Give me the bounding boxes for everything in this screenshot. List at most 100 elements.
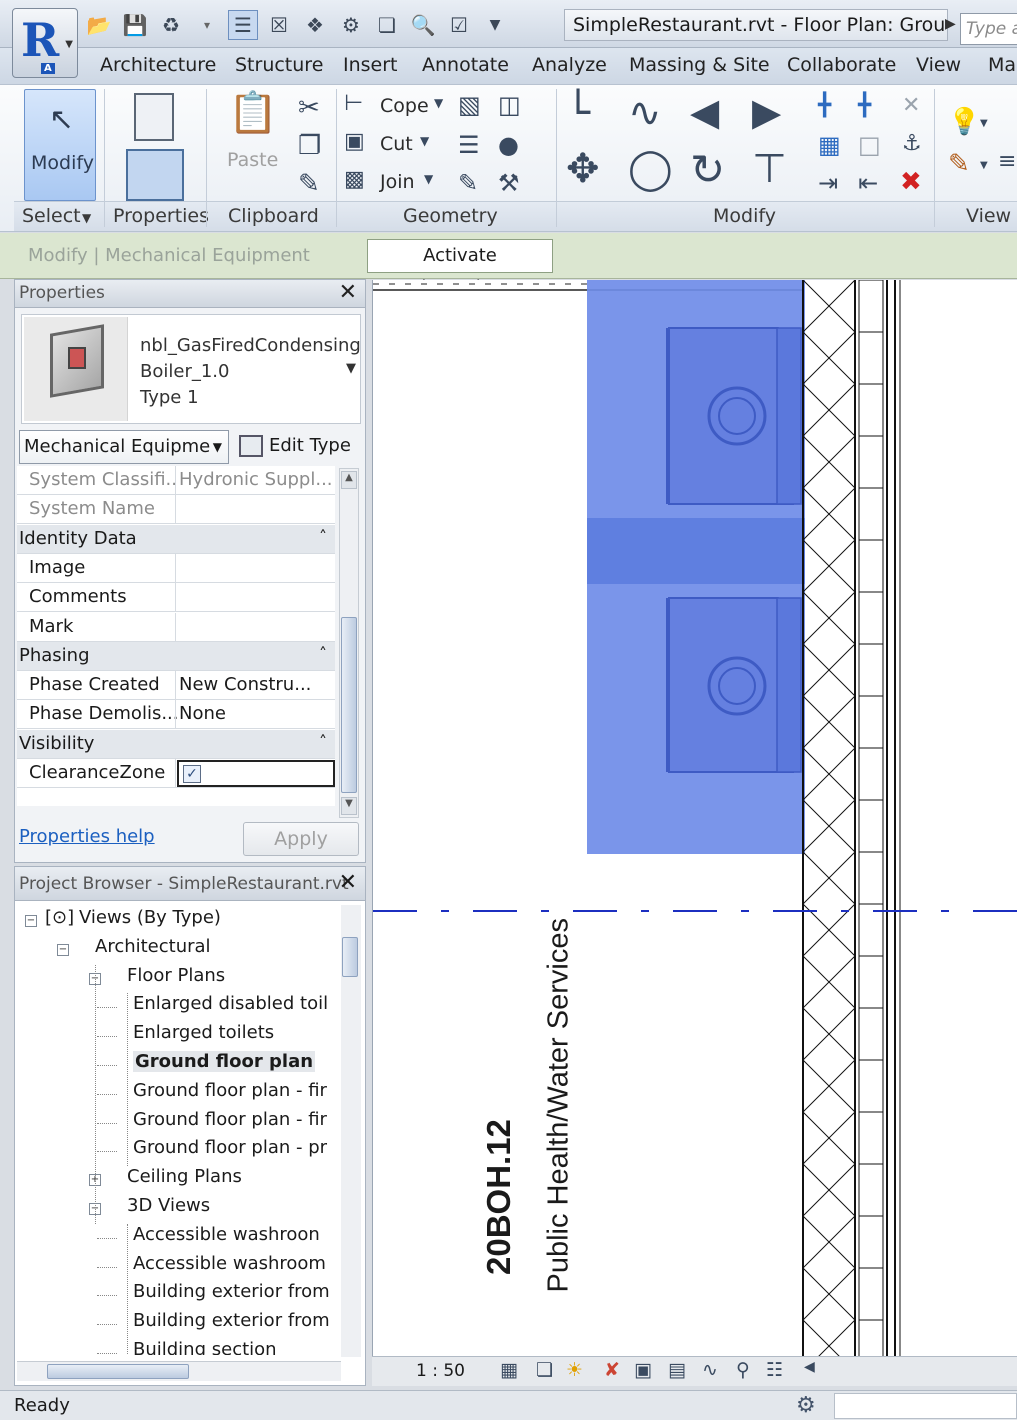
worksharing-icon[interactable]: ⚙ [796, 1393, 816, 1418]
tab-annotate[interactable]: Annotate [422, 54, 509, 76]
delete-icon[interactable]: ✖ [900, 169, 922, 195]
rotate-icon[interactable]: ↻ [690, 149, 725, 191]
tree-node[interactable]: Ground floor plan - pr [133, 1137, 327, 1158]
cope-label[interactable]: Cope [380, 95, 429, 117]
cut-clipboard-icon[interactable]: ✂ [298, 95, 320, 121]
hide-element-icon[interactable]: 💡 [948, 109, 980, 135]
tag-icon[interactable]: ❖ [300, 10, 330, 40]
demolish-icon[interactable]: ✎ [458, 171, 478, 195]
browser-horizontal-scrollbar[interactable] [17, 1361, 341, 1381]
scroll-thumb[interactable] [341, 617, 357, 793]
collapse-icon[interactable]: − [25, 915, 37, 927]
tree-node[interactable]: Building section [133, 1339, 277, 1355]
remove-hidden-icon[interactable]: ☒ [264, 10, 294, 40]
property-row[interactable]: Image [17, 553, 335, 583]
clearance-zone-checkbox[interactable]: ✓ [177, 760, 335, 787]
property-row[interactable]: Phase Created New Constru... [17, 671, 335, 701]
modify-button[interactable]: ↖ Modify [24, 89, 96, 201]
wall-joins-icon[interactable]: ▧ [458, 93, 481, 117]
detail-level-icon[interactable]: ▦ [500, 1359, 518, 1381]
drawing-canvas[interactable]: 20BOH.12 Public Health/Water Services [372, 280, 1017, 1356]
trim-single-icon[interactable]: ⇤ [858, 171, 878, 195]
exterior-wall[interactable] [802, 280, 901, 1356]
view-scale[interactable]: 1 : 50 [416, 1361, 465, 1381]
property-value[interactable]: Hydronic Suppl... [179, 469, 333, 490]
title-expand-arrow-icon[interactable]: ▶ [945, 16, 956, 32]
synchronize-icon[interactable]: ♻ [156, 10, 186, 40]
tree-node[interactable]: Ceiling Plans [127, 1166, 242, 1187]
scroll-up-icon[interactable]: ▲ [341, 471, 357, 489]
select-dropdown-icon[interactable]: ▼ [82, 211, 91, 225]
tree-node[interactable]: Architectural [95, 936, 211, 957]
paint-icon[interactable]: ● [498, 133, 519, 157]
property-group-header[interactable]: Identity Data ˄ [17, 524, 335, 554]
property-group-header[interactable]: Visibility ˄ [17, 729, 335, 759]
tree-node[interactable]: Enlarged disabled toil [133, 993, 328, 1014]
collapse-icon[interactable]: ˄ [319, 644, 327, 663]
cope-dropdown-icon[interactable]: ▼ [434, 97, 443, 109]
tree-node[interactable]: Building exterior from [133, 1310, 330, 1331]
text-icon[interactable]: ⚙ [336, 10, 366, 40]
override-graphics-icon[interactable]: ✎ [948, 151, 970, 177]
mirror-draw-axis-icon[interactable]: ▶ [752, 93, 781, 131]
property-value[interactable]: None [179, 703, 333, 724]
open-icon[interactable]: 📂 [84, 10, 114, 40]
edit-type-button[interactable]: Edit Type [239, 430, 359, 464]
property-row[interactable]: System Name [17, 495, 335, 525]
paste-label[interactable]: Paste [227, 149, 278, 171]
tree-node[interactable]: 3D Views [127, 1195, 210, 1216]
join-label[interactable]: Join [380, 171, 415, 193]
application-menu-button[interactable]: R A ▼ [12, 8, 78, 78]
temporary-hide-icon[interactable]: ∿ [702, 1359, 718, 1381]
selected-boiler-equipment[interactable] [587, 280, 805, 854]
property-row[interactable]: Comments [17, 583, 335, 613]
save-icon[interactable]: 💾 [120, 10, 150, 40]
align-icon[interactable]: └ [566, 93, 590, 133]
browser-vertical-scrollbar[interactable] [341, 905, 361, 1357]
collapse-icon[interactable]: ˄ [319, 527, 327, 546]
tab-architecture[interactable]: Architecture [100, 54, 216, 76]
trim-extend-icon[interactable]: ⊤ [752, 149, 787, 189]
scale-icon[interactable]: □ [858, 133, 881, 157]
apply-button[interactable]: Apply [243, 822, 359, 856]
close-icon[interactable]: ✕ [339, 870, 357, 895]
activate-dimensions-button[interactable]: Activate Dimensions [367, 239, 553, 298]
property-row[interactable]: ClearanceZone ✓ [17, 759, 335, 788]
visual-style-icon[interactable]: ❏ [536, 1359, 553, 1381]
override-dropdown-icon[interactable]: ▼ [980, 161, 988, 171]
select-panel-label[interactable]: Select [22, 205, 81, 227]
move-icon[interactable]: ✥ [566, 149, 600, 189]
join-dropdown-icon[interactable]: ▼ [424, 173, 433, 185]
scroll-left-icon[interactable]: ◀ [804, 1359, 815, 1375]
tree-node[interactable]: Enlarged toilets [133, 1022, 274, 1043]
tab-analyze[interactable]: Analyze [532, 54, 607, 76]
match-properties-icon[interactable]: ✎ [298, 171, 320, 197]
tree-node[interactable]: Ground floor plan [133, 1051, 316, 1072]
property-row[interactable]: Mark [17, 612, 335, 642]
copy-element-icon[interactable]: ◯ [628, 149, 673, 189]
tree-node[interactable]: Ground floor plan - fir [133, 1080, 327, 1101]
room-tag[interactable]: 20BOH.12 Public Health/Water Services [469, 876, 575, 1296]
hammer-icon[interactable]: ⚒ [498, 171, 520, 195]
cut-label[interactable]: Cut [380, 133, 413, 155]
offset-icon[interactable]: ∿ [628, 93, 662, 133]
property-value[interactable]: New Constru... [179, 674, 333, 695]
crop-view-icon[interactable]: ▣ [634, 1359, 652, 1381]
measure-icon[interactable]: ☰ [228, 10, 258, 40]
close-hidden-windows-icon[interactable]: ☑ [444, 10, 474, 40]
beam-system-icon[interactable]: ☰ [458, 133, 480, 157]
thin-lines-icon[interactable]: ▾ [192, 10, 222, 40]
array-icon[interactable]: ▦ [818, 133, 841, 157]
type-selector[interactable]: nbl_GasFiredCondensing Boiler_1.0 Type 1… [21, 314, 361, 424]
mirror-pick-axis-icon[interactable]: ◀ [690, 93, 719, 131]
pin-icon[interactable]: ⚓ [902, 133, 922, 155]
trim-multiple-icon[interactable]: ⇥ [818, 171, 838, 195]
search-input[interactable]: Type a [960, 13, 1017, 45]
close-icon[interactable]: ✕ [339, 280, 357, 305]
property-row[interactable]: System Classifi... Hydronic Suppl... [17, 466, 335, 495]
hide-dropdown-icon[interactable]: ▼ [980, 119, 988, 129]
tab-manage[interactable]: Ma [988, 54, 1016, 76]
split-gap-icon[interactable]: ╋ [858, 95, 871, 117]
analytical-model-icon[interactable]: ☷ [766, 1359, 783, 1381]
tab-massing-site[interactable]: Massing & Site [629, 54, 770, 76]
